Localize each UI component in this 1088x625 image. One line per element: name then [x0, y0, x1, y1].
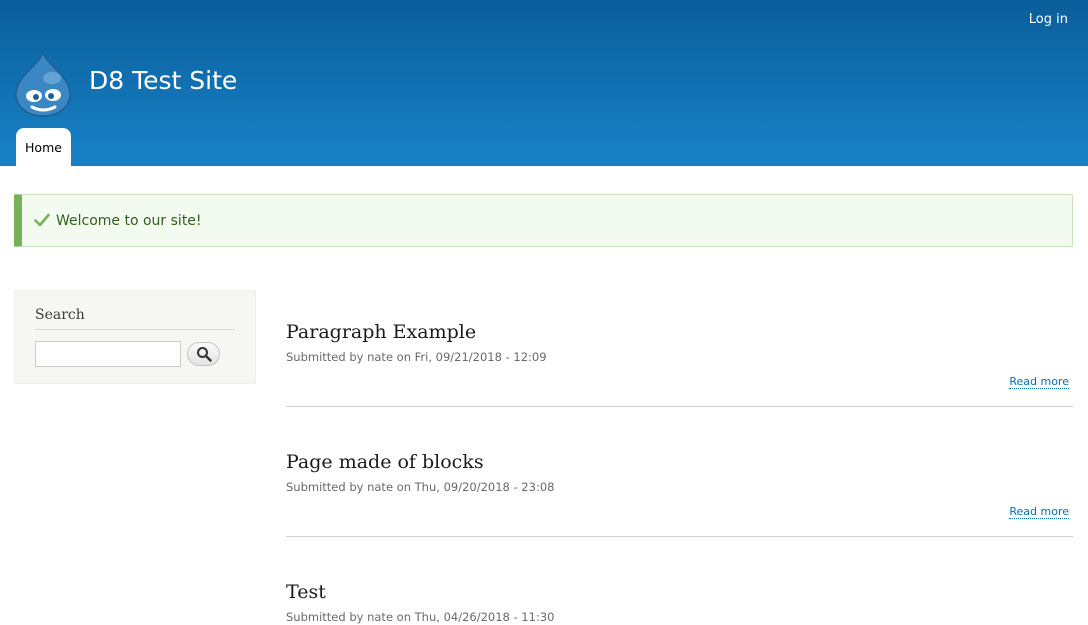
read-more-link[interactable]: Read more: [1009, 375, 1069, 389]
search-input[interactable]: [35, 341, 181, 367]
status-message-text: Welcome to our site!: [56, 213, 202, 229]
magnifier-icon: [196, 347, 212, 362]
article-submitted: Submitted by nate on Thu, 09/20/2018 - 2…: [286, 480, 555, 494]
search-block-divider: [35, 329, 235, 330]
status-message: Welcome to our site!: [14, 194, 1073, 247]
search-button[interactable]: [187, 342, 220, 366]
article-title[interactable]: Paragraph Example: [286, 321, 476, 343]
article-title[interactable]: Test: [286, 581, 326, 603]
site-header: Log in D8 Test Site Home: [0, 0, 1088, 166]
search-block: Search: [14, 290, 256, 384]
search-block-title: Search: [35, 307, 85, 323]
article-submitted: Submitted by nate on Thu, 04/26/2018 - 1…: [286, 610, 555, 624]
article-submitted: Submitted by nate on Fri, 09/21/2018 - 1…: [286, 350, 547, 364]
site-name[interactable]: D8 Test Site: [89, 66, 237, 95]
article-divider: [286, 406, 1073, 407]
article-divider: [286, 536, 1073, 537]
read-more-link[interactable]: Read more: [1009, 505, 1069, 519]
login-link[interactable]: Log in: [1029, 12, 1068, 27]
drupal-drop-icon[interactable]: [12, 50, 74, 118]
article-title[interactable]: Page made of blocks: [286, 451, 484, 473]
check-icon: [34, 213, 50, 227]
tab-home[interactable]: Home: [16, 128, 71, 166]
